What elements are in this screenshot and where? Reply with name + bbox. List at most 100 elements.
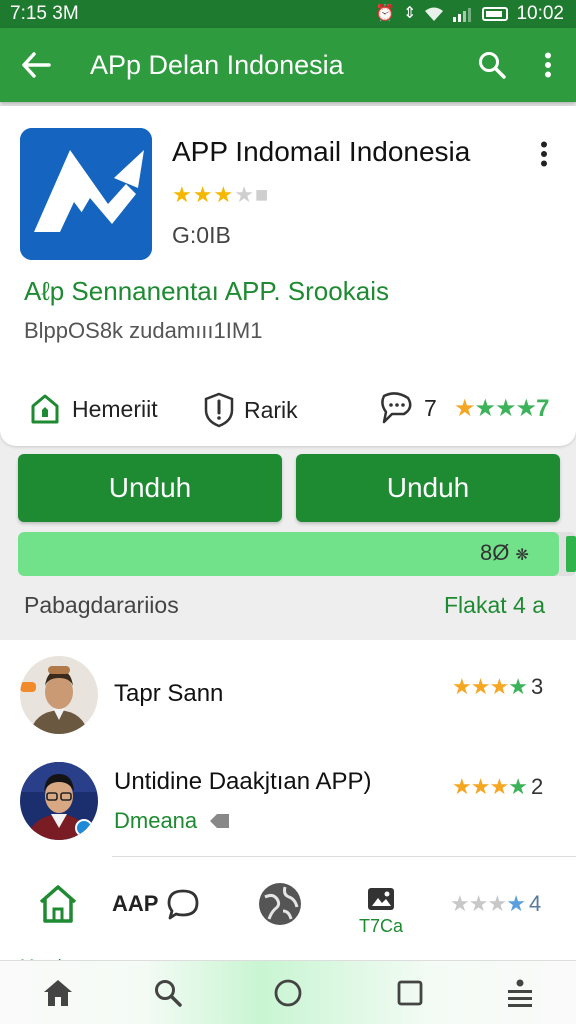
download-button-right[interactable]: Unduh: [296, 454, 560, 522]
meta-stars-label: 7: [536, 394, 549, 422]
home-icon: [44, 980, 72, 1006]
tag-icon: [210, 814, 230, 828]
star-icon: ★: [450, 891, 470, 916]
app-rating: ★ ★ ★ ★ ■: [172, 182, 268, 208]
star-icon: ★: [172, 182, 192, 207]
downloads-count: BlppOS8k zudamııı1IM1: [24, 318, 263, 343]
settings-icon: ❋: [515, 547, 529, 564]
download-status-label: Pabagdarariios: [24, 592, 179, 618]
star-icon: ★: [192, 182, 213, 207]
tab-rating-count: 4: [528, 891, 542, 916]
star-icon: ■: [254, 182, 269, 207]
app-logo-icon: [20, 128, 152, 260]
tab-photos-label: T7Ca: [358, 915, 403, 936]
home-shield-icon: [31, 394, 59, 424]
star-icon: ★: [508, 674, 528, 699]
shield-icon: [204, 392, 234, 428]
review-stars: ★ ★ ★ ★ 3: [452, 674, 543, 700]
star-icon: ★: [506, 891, 526, 916]
wifi-icon: [425, 7, 444, 21]
download-progress-fill: [18, 532, 560, 576]
star-icon: ★: [234, 182, 254, 207]
progress-text: 8Ø ❋: [480, 540, 529, 566]
nav-search-button[interactable]: [146, 971, 190, 1015]
star-icon: ★: [213, 182, 234, 207]
meta-item-comments[interactable]: 7: [378, 392, 437, 424]
star-icon: ★: [489, 674, 509, 699]
status-time: 7:15 3M: [10, 3, 79, 24]
category-tab-row: AAP T7Ca ★ ★ ★ ★ 4: [0, 864, 576, 960]
star-icon: ★: [474, 395, 496, 422]
search-icon: [155, 980, 182, 1007]
star-icon: ★: [489, 774, 509, 799]
bottom-navigation: [0, 960, 576, 1024]
download-status-right: Flakat 4 a: [444, 592, 545, 618]
meta-item-home[interactable]: Hemeriit: [28, 392, 158, 426]
meta-star-rating: ★ ★ ★ ★ 7: [454, 394, 549, 423]
avatar[interactable]: [20, 762, 98, 840]
app-bar: APp Delan Indonesia: [0, 28, 576, 102]
status-bar: 7:15 3M ⏰ ⇕ 10:02: [0, 0, 576, 28]
review-subtitle-text: Dmeana: [114, 808, 198, 833]
back-button[interactable]: [0, 28, 72, 102]
star-icon: ★: [515, 395, 537, 422]
more-vert-icon: [545, 52, 551, 78]
app-bar-title: APp Delan Indonesia: [90, 49, 344, 80]
review-subtitle[interactable]: Dmeana: [114, 808, 231, 834]
meta-item-label: Hemeriit: [72, 395, 158, 422]
tab-rating[interactable]: ★ ★ ★ ★ 4: [450, 886, 541, 922]
star-icon: ★: [454, 395, 475, 422]
star-icon: ★: [470, 774, 491, 799]
alarm-icon: ⏰: [375, 5, 396, 22]
divider: [112, 856, 576, 857]
progress-end-cap: [566, 536, 576, 572]
search-button[interactable]: [464, 28, 520, 102]
nav-home-circle-button[interactable]: [266, 971, 310, 1015]
signal-icon: [453, 8, 472, 22]
avatar[interactable]: [20, 656, 98, 734]
tab-home[interactable]: [34, 880, 82, 928]
developer-link[interactable]: Aℓp Sennanentaı APP. Srookais: [24, 276, 389, 307]
review-count: 2: [530, 774, 544, 799]
app-info-card: APP Indomail Indonesia ★ ★ ★ ★ ■ G:0IB A…: [0, 106, 576, 446]
battery-icon: [482, 7, 509, 21]
list-icon: [508, 979, 532, 1007]
app-size: G:0IB: [172, 222, 231, 248]
status-clock: 10:02: [516, 3, 564, 24]
search-icon: [479, 52, 506, 79]
tab-app-label: AAP: [112, 891, 159, 916]
star-icon: ★: [468, 891, 489, 916]
download-button-left[interactable]: Unduh: [18, 454, 282, 522]
reviews-section: Tapr Sann ★ ★ ★ ★ 3 Untidine Daakjtıan A…: [0, 640, 576, 975]
nav-menu-button[interactable]: [498, 971, 542, 1015]
square-icon: [397, 980, 423, 1006]
app-name: APP Indomail Indonesia: [172, 136, 471, 167]
circle-icon: [274, 979, 302, 1007]
app-more-button[interactable]: [528, 136, 560, 172]
review-stars: ★ ★ ★ ★ 2: [452, 774, 543, 800]
globe-icon: [259, 883, 301, 925]
star-icon: ★: [508, 774, 528, 799]
meta-item-rating[interactable]: Rarik: [204, 392, 298, 428]
chat-icon: [168, 889, 199, 920]
star-icon: ★: [452, 674, 472, 699]
star-icon: ★: [470, 674, 491, 699]
app-meta-row: Hemeriit Rarik 7 ★ ★ ★ ★ 7: [0, 384, 576, 434]
tab-globe[interactable]: [256, 880, 304, 928]
review-author: Tapr Sann: [114, 680, 224, 707]
image-icon: [368, 887, 394, 910]
overflow-menu-button[interactable]: [520, 28, 576, 102]
review-count: 3: [530, 674, 544, 699]
nav-home-button[interactable]: [36, 971, 80, 1015]
star-icon: ★: [452, 774, 472, 799]
comment-icon: [381, 392, 412, 424]
meta-item-count: 7: [424, 394, 437, 421]
progress-value: 8Ø: [480, 540, 510, 565]
tab-photos[interactable]: T7Ca: [356, 876, 406, 946]
meta-item-label: Rarik: [244, 396, 298, 423]
vibrate-icon: ⇕: [403, 5, 417, 22]
status-icons: ⏰ ⇕ 10:02: [375, 3, 564, 25]
tab-app[interactable]: AAP: [112, 882, 200, 926]
nav-recents-button[interactable]: [388, 971, 432, 1015]
back-arrow-icon: [22, 52, 51, 78]
